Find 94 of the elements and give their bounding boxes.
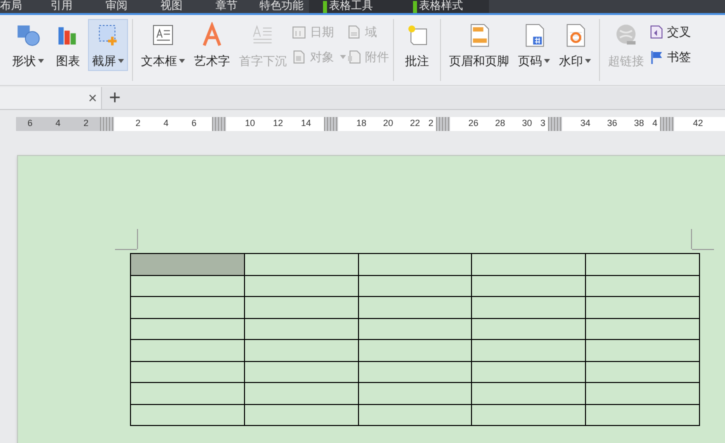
menu-tab[interactable]: 章节 xyxy=(199,0,254,13)
ribbon-button[interactable]: 形状 xyxy=(8,19,48,71)
field-icon xyxy=(347,25,361,39)
table-cell[interactable] xyxy=(131,383,245,404)
table-cell[interactable] xyxy=(472,383,586,404)
ruler-number: 2 xyxy=(428,117,434,130)
table-cell[interactable] xyxy=(244,404,359,426)
ruler-number: 20 xyxy=(382,117,394,130)
table-cell[interactable] xyxy=(586,297,700,318)
ribbon-small-button[interactable]: 交叉 xyxy=(649,23,691,41)
context-tab-marker xyxy=(413,1,417,13)
menu-tab[interactable]: 引用 xyxy=(34,0,89,13)
new-tab-button[interactable]: + xyxy=(109,88,121,108)
table-cell[interactable] xyxy=(131,318,245,340)
table-cell[interactable] xyxy=(358,297,472,318)
ruler-number: 12 xyxy=(272,117,284,130)
close-tab-button[interactable]: × xyxy=(88,90,97,106)
table-cell[interactable] xyxy=(472,276,586,297)
ruler-number: 2 xyxy=(82,117,90,130)
ruler-marker-icon xyxy=(324,117,338,131)
ruler-number: 3 xyxy=(540,117,546,130)
table-cell[interactable] xyxy=(358,383,472,404)
table-cell[interactable] xyxy=(244,276,359,297)
table-cell[interactable] xyxy=(358,276,472,297)
flag-icon xyxy=(649,50,663,64)
ribbon-button[interactable]: 页码 xyxy=(514,19,554,71)
ruler-number: 18 xyxy=(355,117,368,130)
table-cell[interactable] xyxy=(244,383,359,404)
table-cell[interactable] xyxy=(586,276,700,297)
menu-tab[interactable]: 布局 xyxy=(0,0,34,13)
table-cell[interactable] xyxy=(586,362,700,383)
table-cell[interactable] xyxy=(586,404,700,426)
menu-tab[interactable]: 视图 xyxy=(144,0,199,13)
ribbon-button[interactable]: 文本框 xyxy=(137,19,189,71)
ruler-number: 6 xyxy=(190,117,198,130)
table-cell[interactable] xyxy=(131,340,245,362)
table-cell[interactable] xyxy=(586,318,700,340)
ruler-number: 4 xyxy=(162,117,170,130)
table-cell[interactable] xyxy=(472,254,586,276)
ribbon-small-button[interactable]: 书签 xyxy=(649,48,691,66)
ribbon-button[interactable]: 水印 xyxy=(555,19,595,71)
table-cell[interactable] xyxy=(358,318,472,340)
table-cell[interactable] xyxy=(131,362,245,383)
ruler-number: 4 xyxy=(54,117,62,130)
ruler-number: 4 xyxy=(652,117,658,130)
ribbon-button[interactable]: 截屏 xyxy=(88,19,128,71)
table-cell[interactable] xyxy=(244,318,359,340)
cross-reference-icon xyxy=(649,25,663,39)
table-cell[interactable] xyxy=(244,340,359,362)
ribbon-button[interactable]: 艺术字 xyxy=(190,19,234,71)
table-cell[interactable] xyxy=(358,254,472,276)
ruler-number: 10 xyxy=(244,117,256,130)
ruler-number: 2 xyxy=(134,117,142,130)
ruler-number: 42 xyxy=(692,117,704,130)
attachment-icon xyxy=(347,50,361,64)
table-cell[interactable] xyxy=(358,340,472,362)
table-cell[interactable] xyxy=(131,254,245,276)
ruler-marker-icon xyxy=(436,117,450,131)
ruler-marker-icon xyxy=(660,117,674,131)
table-cell[interactable] xyxy=(586,254,700,276)
ruler-number: 14 xyxy=(300,117,312,130)
table-cell[interactable] xyxy=(472,318,586,340)
ruler-number: 34 xyxy=(579,117,592,130)
ribbon-button[interactable]: 批注 xyxy=(398,19,436,71)
ruler-number: 28 xyxy=(494,117,506,130)
ribbon-button[interactable]: 页眉和页脚 xyxy=(445,19,513,71)
context-tab-marker xyxy=(323,1,327,13)
ruler-number: 22 xyxy=(408,117,421,130)
table-cell[interactable] xyxy=(358,362,472,383)
ruler-number: 30 xyxy=(520,117,533,130)
ruler-number: 36 xyxy=(606,117,618,130)
table-cell[interactable] xyxy=(586,340,700,362)
table-cell[interactable] xyxy=(472,340,586,362)
ruler-marker-icon xyxy=(548,117,562,131)
ribbon-button[interactable]: 图表 xyxy=(49,19,87,71)
table-cell[interactable] xyxy=(472,297,586,318)
ruler-marker-icon xyxy=(212,117,226,131)
table-cell[interactable] xyxy=(586,383,700,404)
ruler-number: 26 xyxy=(467,117,480,130)
ruler-number: 38 xyxy=(632,117,645,130)
menu-tab[interactable]: 特色功能 xyxy=(254,0,309,13)
document-icon xyxy=(292,50,306,64)
table-cell[interactable] xyxy=(244,297,359,318)
table-cell[interactable] xyxy=(244,362,359,383)
table-cell[interactable] xyxy=(472,362,586,383)
table-cell[interactable] xyxy=(358,404,472,426)
table-cell[interactable] xyxy=(244,254,359,276)
table-cell[interactable] xyxy=(131,297,245,318)
ruler-number: 6 xyxy=(26,117,34,130)
calendar-icon xyxy=(292,25,306,39)
table-cell[interactable] xyxy=(472,404,586,426)
table-cell[interactable] xyxy=(131,404,245,426)
menu-tab[interactable]: 审阅 xyxy=(89,0,144,13)
table-cell[interactable] xyxy=(131,276,245,297)
